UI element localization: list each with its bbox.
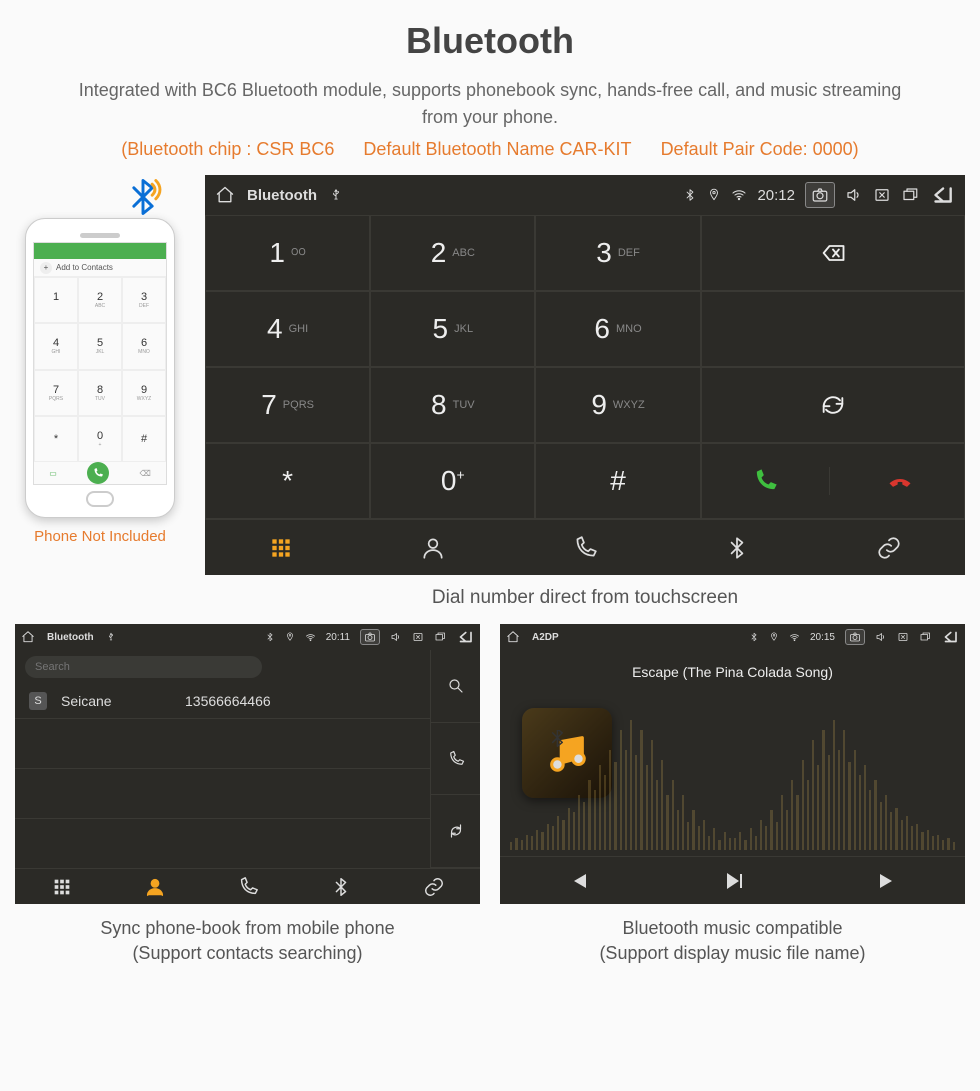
usb-icon — [106, 632, 116, 642]
phone-mockup: Add to Contacts 1 2ABC 3DEF 4GHI 5JKL 6M… — [15, 175, 185, 545]
wifi-icon — [731, 187, 747, 203]
camera-icon[interactable] — [360, 629, 380, 645]
backspace-button[interactable] — [701, 215, 965, 291]
contact-row[interactable]: S Seicane 13566664466 — [15, 684, 430, 719]
wifi-icon — [789, 632, 800, 643]
play-pause-button[interactable] — [655, 857, 810, 904]
search-input[interactable] — [25, 656, 262, 678]
usb-icon — [329, 188, 343, 202]
key-3[interactable]: 3DEF — [535, 215, 700, 291]
prev-track-button[interactable] — [500, 857, 655, 904]
song-title: Escape (The Pina Colada Song) — [632, 664, 833, 680]
tab-bluetooth[interactable] — [294, 868, 387, 904]
key-9[interactable]: 9WXYZ — [535, 367, 700, 443]
contact-number: 13566664466 — [185, 693, 271, 709]
tab-pair[interactable] — [387, 868, 480, 904]
home-icon[interactable] — [506, 630, 520, 644]
wifi-icon — [305, 632, 316, 643]
back-icon[interactable] — [929, 182, 955, 208]
key-1[interactable]: 1౦౦ — [205, 215, 370, 291]
key-#[interactable]: # — [535, 443, 700, 519]
hangup-button[interactable] — [836, 467, 964, 495]
key-8[interactable]: 8TUV — [370, 367, 535, 443]
contacts-screen: Bluetooth 20:11 — [15, 624, 480, 904]
bluetooth-icon — [749, 632, 759, 642]
visualizer — [500, 706, 965, 856]
location-icon — [769, 632, 779, 642]
location-icon — [707, 188, 721, 202]
redial-button[interactable] — [701, 367, 965, 443]
bluetooth-icon — [683, 188, 697, 202]
tab-calls[interactable] — [509, 519, 661, 575]
close-window-icon[interactable] — [897, 631, 909, 643]
app-name: Bluetooth — [247, 187, 317, 204]
tab-contacts[interactable] — [357, 519, 509, 575]
camera-icon[interactable] — [805, 182, 835, 208]
contact-name: Seicane — [61, 693, 171, 709]
app-name: A2DP — [532, 632, 559, 643]
key-*[interactable]: * — [205, 443, 370, 519]
back-icon[interactable] — [456, 628, 474, 646]
call-controls — [701, 443, 965, 519]
key-0[interactable]: 0+ — [370, 443, 535, 519]
tab-keypad[interactable] — [205, 519, 357, 575]
clock: 20:15 — [810, 632, 835, 643]
phone-screen: Add to Contacts 1 2ABC 3DEF 4GHI 5JKL 6M… — [33, 242, 167, 485]
bluetooth-specs: (Bluetooth chip : CSR BC6 Default Blueto… — [15, 139, 965, 160]
recent-apps-icon[interactable] — [919, 631, 931, 643]
app-name: Bluetooth — [47, 632, 94, 643]
key-6[interactable]: 6MNO — [535, 291, 700, 367]
music-controls — [500, 856, 965, 904]
tab-bluetooth[interactable] — [661, 519, 813, 575]
search-button[interactable] — [430, 650, 480, 723]
status-bar: Bluetooth 20:12 — [205, 175, 965, 215]
status-bar: A2DP 20:15 — [500, 624, 965, 650]
back-icon[interactable] — [941, 628, 959, 646]
key-2[interactable]: 2ABC — [370, 215, 535, 291]
recent-apps-icon[interactable] — [434, 631, 446, 643]
tab-keypad[interactable] — [15, 868, 108, 904]
bluetooth-signal-icon — [121, 175, 165, 228]
key-7[interactable]: 7PQRS — [205, 367, 370, 443]
empty-cell — [701, 291, 965, 367]
volume-icon[interactable] — [875, 631, 887, 643]
page-subtitle: Integrated with BC6 Bluetooth module, su… — [75, 77, 905, 131]
clock: 20:11 — [326, 632, 350, 643]
key-4[interactable]: 4GHI — [205, 291, 370, 367]
dialer-screen: Bluetooth 20:12 1౦౦2ABC3DEF 4GHI5JKL6MNO 7… — [205, 175, 965, 575]
close-window-icon[interactable] — [412, 631, 424, 643]
bluetooth-icon — [265, 632, 275, 642]
page-title: Bluetooth — [15, 20, 965, 62]
location-icon — [285, 632, 295, 642]
tab-calls[interactable] — [201, 868, 294, 904]
sync-button[interactable] — [430, 795, 480, 868]
music-screen: A2DP 20:15 Escape (The Pina Colada Song) — [500, 624, 965, 904]
home-icon[interactable] — [215, 185, 235, 205]
tab-pair[interactable] — [813, 519, 965, 575]
recent-apps-icon[interactable] — [901, 186, 919, 204]
call-button[interactable] — [430, 723, 480, 796]
clock: 20:12 — [757, 187, 795, 204]
add-to-contacts: Add to Contacts — [34, 259, 166, 277]
music-caption: Bluetooth music compatible(Support displ… — [500, 916, 965, 966]
key-5[interactable]: 5JKL — [370, 291, 535, 367]
contact-badge: S — [29, 692, 47, 710]
phone-caption: Phone Not Included — [34, 528, 166, 545]
next-track-button[interactable] — [810, 857, 965, 904]
call-button[interactable] — [702, 467, 831, 495]
status-bar: Bluetooth 20:11 — [15, 624, 480, 650]
dialer-caption: Dial number direct from touchscreen — [205, 587, 965, 609]
home-icon[interactable] — [21, 630, 35, 644]
close-window-icon[interactable] — [873, 186, 891, 204]
dialer-tabs — [205, 519, 965, 575]
contacts-tabs — [15, 868, 480, 904]
volume-icon[interactable] — [390, 631, 402, 643]
contacts-caption: Sync phone-book from mobile phone(Suppor… — [15, 916, 480, 966]
camera-icon[interactable] — [845, 629, 865, 645]
tab-contacts[interactable] — [108, 868, 201, 904]
volume-icon[interactable] — [845, 186, 863, 204]
